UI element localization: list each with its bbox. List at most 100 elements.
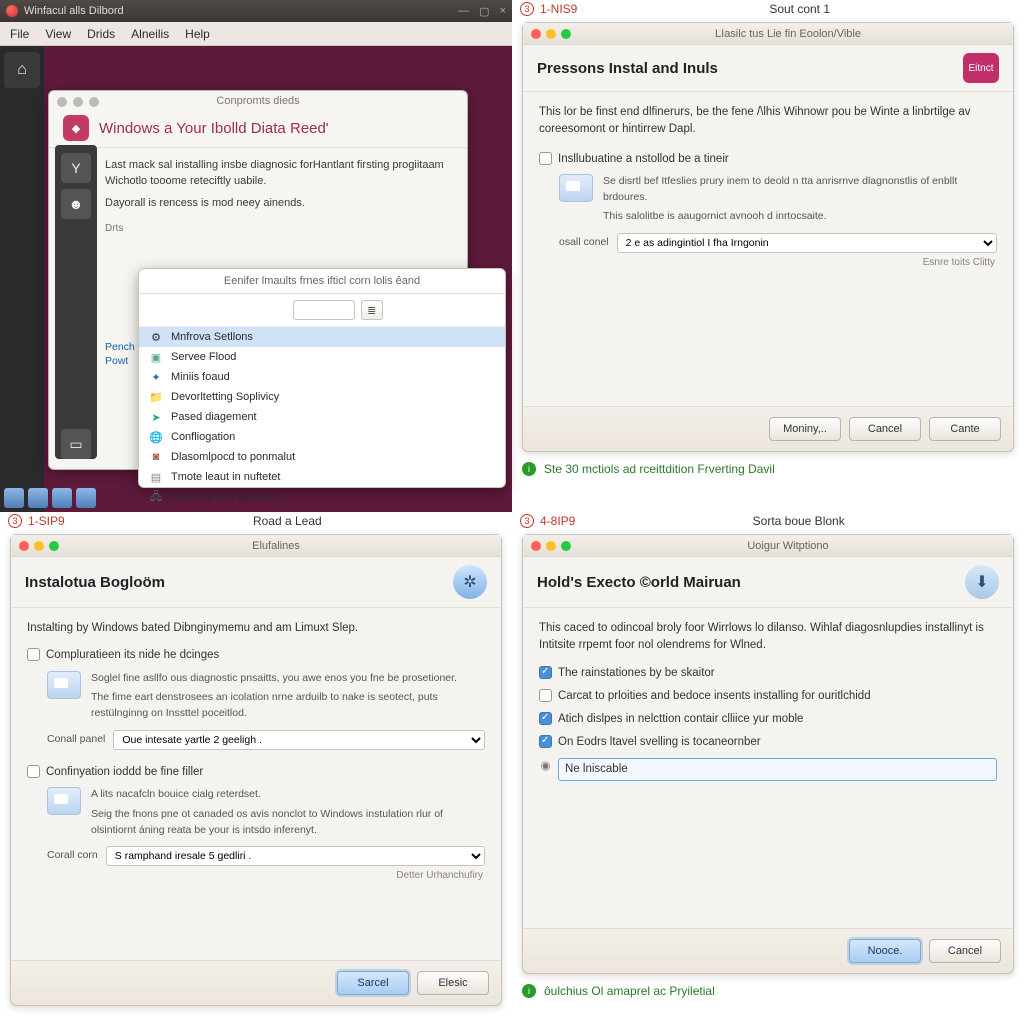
traffic-max[interactable] [49, 541, 59, 551]
taskbar-item[interactable] [28, 488, 48, 508]
traffic-close[interactable] [19, 541, 29, 551]
opt-checkbox[interactable] [539, 152, 552, 165]
traffic-min[interactable] [73, 97, 83, 107]
traffic-close[interactable] [531, 541, 541, 551]
more-button[interactable]: Moniny,.. [769, 417, 841, 441]
folder-icon: 📁 [149, 390, 163, 404]
list-item[interactable]: ▣Servee Flood [139, 347, 505, 367]
primary-button[interactable]: Sarcel [337, 971, 409, 995]
right-note: Detter Urhanchufiry [27, 868, 483, 883]
list-view-icon[interactable]: ≣ [361, 300, 383, 320]
select-label: osall conel [559, 235, 609, 251]
taskbar-item[interactable] [52, 488, 72, 508]
link[interactable]: Pench [105, 341, 135, 353]
traffic-min[interactable] [546, 541, 556, 551]
traffic-min[interactable] [34, 541, 44, 551]
dialog-footer: Nooce. Cancel [523, 928, 1013, 973]
opt-checkbox[interactable] [27, 648, 40, 661]
select-label: Conall panel [47, 732, 105, 748]
info-text: The fime eart denstrosees an icolation n… [91, 690, 485, 722]
minimize-icon[interactable]: — [458, 5, 469, 17]
download-icon: ⬇ [965, 565, 999, 599]
menu-drids[interactable]: Drids [87, 27, 115, 41]
dialog-header: Hold's Execto ©orld Mairuan ⬇ [523, 557, 1013, 608]
list-item[interactable]: 📁Devorltetting Soplivicy [139, 387, 505, 407]
taskbar-item[interactable] [76, 488, 96, 508]
install-dialog: Elufalines Instalotua Bogloöm ✲ Instalti… [10, 534, 502, 1006]
ok-button[interactable]: Cante [929, 417, 1001, 441]
info-text: This salolitbe is aaugornict avnooh d in… [603, 209, 997, 225]
opt-checkbox[interactable] [539, 689, 552, 702]
assistant-sidebar: Y ☻ ▭ [55, 145, 97, 459]
menu-view[interactable]: View [45, 27, 71, 41]
step-badge: 3 [8, 514, 22, 528]
window-titlebar: Winfacul alls Dilbord — ▢ × [0, 0, 512, 22]
globe-icon: ✲ [453, 565, 487, 599]
traffic-max[interactable] [561, 541, 571, 551]
close-icon[interactable]: × [500, 5, 506, 17]
traffic-min[interactable] [546, 29, 556, 39]
cancel-button[interactable]: Cancel [849, 417, 921, 441]
traffic-close[interactable] [531, 29, 541, 39]
list-item[interactable]: ◙Dlasomlpocd to ponmalut [139, 447, 505, 467]
list-item[interactable]: ⚙Mnfrova Setllons [139, 327, 505, 347]
primary-button[interactable]: Nooce. [849, 939, 921, 963]
caption-dot: i [522, 462, 536, 476]
taskbar-item[interactable] [4, 488, 24, 508]
option-row: The rainstationes by be skaitor [539, 665, 997, 682]
launcher-item[interactable]: ⌂ [4, 52, 40, 88]
dialog-title: LIasilc tus Lie fin Eoolon/Vible [571, 28, 1005, 40]
secondary-button[interactable]: Elesic [417, 971, 489, 995]
menu-file[interactable]: File [10, 27, 29, 41]
option-row: On Eodrs ltavel svelling is tocaneornber [539, 734, 997, 751]
info-text: A lits nacafcln bouice cialg reterdset. [91, 787, 485, 803]
traffic-max[interactable] [561, 29, 571, 39]
dialog-titlebar: Uoigur Witptiono [523, 535, 1013, 557]
sidebar-icon[interactable]: ☻ [61, 189, 91, 219]
mode-select[interactable]: Oue intesate yartle 2 geeligh . [113, 730, 485, 750]
assistant-links: Pench Powt [105, 341, 135, 369]
opt-label: Compluratieen its nide he dcinges [46, 647, 219, 664]
opt-checkbox[interactable] [539, 735, 552, 748]
maximize-icon[interactable]: ▢ [479, 5, 489, 18]
info-block: Se disrtl bef Itfeslies prury inem to de… [559, 174, 997, 225]
search-input[interactable] [293, 300, 355, 320]
cancel-button[interactable]: Cancel [929, 939, 1001, 963]
server-icon: ▣ [149, 350, 163, 364]
option-row: Carcat to prloities and bedoce insents i… [539, 688, 997, 705]
editable-field[interactable]: Ne lniscable [558, 758, 997, 781]
assistant-hero: ◆ Windows a Your Ibolld Diata Reed' [49, 107, 467, 148]
window-title: Winfacul alls Dilbord [24, 5, 124, 17]
dialog-content: This caced to odincoal broly foor Wirrlo… [523, 608, 1013, 928]
step-code: 1-SIP9 [28, 514, 65, 528]
assistant-heading: Windows a Your Ibolld Diata Reed' [99, 120, 329, 137]
arrow-icon: ➤ [149, 410, 163, 424]
list-item[interactable]: ➤Pased diagement [139, 407, 505, 427]
caption-dot: i [522, 984, 536, 998]
install-dialog: LIasilc tus Lie fin Eoolon/Vible Presson… [522, 22, 1014, 452]
traffic-close[interactable] [57, 97, 67, 107]
step-center: Sout cont 1 [583, 2, 1016, 16]
step-label: 3 4-8IP9 Sorta boue Blonk [512, 512, 1024, 530]
opt-checkbox[interactable] [539, 666, 552, 679]
dialog-header: Pressons Instal and Inuls Eitnct [523, 45, 1013, 92]
traffic-max[interactable] [89, 97, 99, 107]
list-item[interactable]: 🖧Cadcling ling Sedrens [139, 487, 505, 507]
wand-icon: ✦ [149, 370, 163, 384]
opt-checkbox[interactable] [27, 765, 40, 778]
info-text: Soglel fine asllfo ous diagnostic pnsait… [91, 671, 485, 687]
mode-select[interactable]: 2 e as adingintiol I fha Irngonin [617, 233, 997, 253]
list-item[interactable]: ▤Tmote leaut in nuftetet [139, 467, 505, 487]
opt-checkbox[interactable] [539, 712, 552, 725]
sidebar-icon[interactable]: ▭ [61, 429, 91, 459]
dialog-footer: Sarcel Elesic [11, 960, 501, 1005]
menu-alneilis[interactable]: Alneilis [131, 27, 169, 41]
list-item[interactable]: ✦Miniis foaud [139, 367, 505, 387]
mode-select[interactable]: S ramphand iresale 5 gedliri . [106, 846, 485, 866]
assistant-subtitle: Conpromts dieds [49, 95, 467, 107]
opt-label: The rainstationes by be skaitor [558, 665, 715, 682]
sidebar-icon[interactable]: Y [61, 153, 91, 183]
list-item[interactable]: 🌐Confliogation [139, 427, 505, 447]
menu-help[interactable]: Help [185, 27, 210, 41]
link[interactable]: Powt [105, 355, 135, 367]
